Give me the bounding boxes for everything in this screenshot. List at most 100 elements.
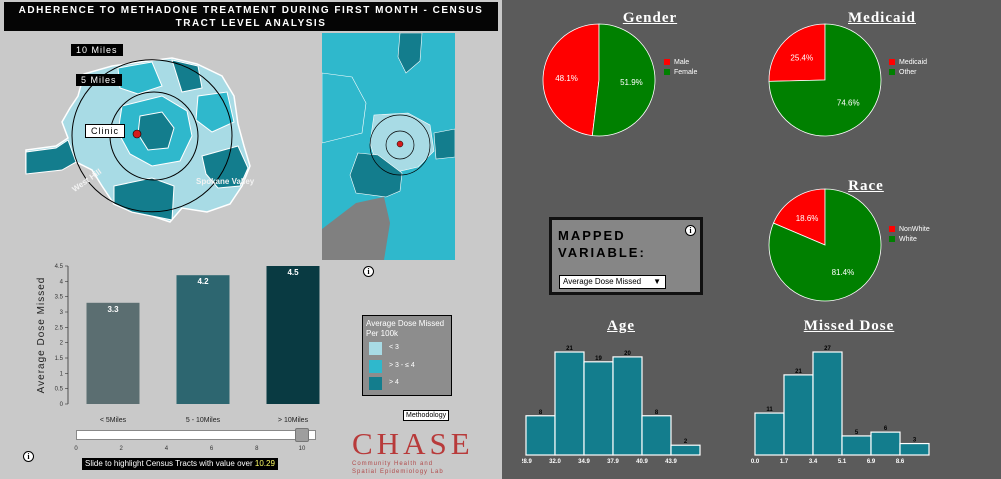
clinic-label: Clinic: [85, 124, 126, 138]
histogram-count-label: 8: [655, 410, 659, 416]
histogram-count-label: 27: [824, 346, 831, 352]
bar[interactable]: [266, 266, 320, 404]
map-info-icon[interactable]: i: [363, 266, 374, 277]
histogram-count-label: 5: [855, 430, 859, 436]
histogram-bar[interactable]: [583, 361, 614, 456]
legend-title: Average Dose Missed: [366, 319, 445, 328]
chevron-down-icon: ▼: [653, 277, 661, 286]
histogram-bin-label: 32.0: [549, 459, 561, 465]
histogram-count-label: 11: [766, 407, 773, 413]
medicaid-legend-other-label: Other: [899, 69, 917, 76]
slider-tick-label: 4: [165, 446, 169, 452]
slider-caption: Slide to highlight Census Tracts with va…: [82, 458, 278, 470]
ring-10-label: 10 Miles: [71, 44, 123, 56]
race-legend-white: White: [889, 236, 917, 243]
gender-legend-female: Female: [664, 69, 697, 76]
histogram-bin-label: 6.9: [867, 459, 876, 465]
gender-swatch-female: [664, 69, 670, 75]
histogram-bar[interactable]: [783, 374, 814, 456]
histogram-bar[interactable]: [812, 351, 843, 456]
age-title: Age: [607, 318, 635, 334]
main-map[interactable]: [22, 36, 267, 226]
inset-clinic-marker: [396, 140, 404, 148]
y-tick-label: 3: [60, 310, 64, 316]
bar[interactable]: [176, 275, 230, 404]
medicaid-legend-medicaid: Medicaid: [889, 59, 927, 66]
slider-tick-label: 10: [299, 446, 306, 452]
legend-label-low: < 3: [389, 344, 399, 351]
slider-tick-label: 6: [210, 446, 214, 452]
chase-logo: CHASE Community Health and Spatial Epide…: [352, 426, 474, 478]
mapped-variable-title-2: VARIABLE:: [558, 245, 646, 260]
pie-slice-label: 48.1%: [555, 74, 578, 83]
histogram-bar[interactable]: [899, 442, 930, 456]
methodology-button[interactable]: Methodology: [403, 410, 450, 421]
slider-tick-label: 8: [255, 446, 259, 452]
logo-line-1: Community Health and: [352, 461, 434, 467]
histogram-count-label: 2: [684, 439, 688, 445]
y-tick-label: 0: [60, 402, 64, 408]
race-legend-nonwhite-label: NonWhite: [899, 226, 930, 233]
bar-value-label: 4.5: [287, 268, 299, 277]
mapped-variable-select[interactable]: Average Dose Missed ▼: [559, 275, 666, 289]
map-tracts-dark-south: [113, 177, 175, 221]
histogram-count-label: 8: [539, 410, 543, 416]
spokane-valley-label: Spokane Valley: [196, 177, 255, 186]
histogram-bin-label: 37.9: [607, 459, 619, 465]
pie-slice-label: 18.6%: [796, 214, 819, 223]
histogram-bin-label: 3.4: [809, 459, 818, 465]
medicaid-legend-other: Other: [889, 69, 917, 76]
mapped-variable-info-icon[interactable]: i: [685, 225, 696, 236]
slider-value: 10.29: [254, 459, 275, 468]
histogram-bar[interactable]: [670, 444, 701, 456]
map-tracts-dark-west: [25, 139, 77, 175]
ring-5-label: 5 Miles: [76, 74, 122, 86]
histogram-bar[interactable]: [754, 412, 785, 456]
gender-swatch-male: [664, 59, 670, 65]
histogram-bar[interactable]: [841, 435, 872, 456]
age-histogram: 8 28.9 21 32.0 19 34.9 20 37.9 8 40.9 2 43.9: [522, 346, 701, 465]
logo-word: CHASE: [352, 426, 474, 461]
y-tick-label: 4.5: [55, 264, 64, 270]
mapped-variable-panel: MAPPED VARIABLE: Average Dose Missed ▼ i: [549, 217, 703, 295]
histogram-bar[interactable]: [641, 415, 672, 456]
slider-caption-text: Slide to highlight Census Tracts with va…: [85, 459, 255, 468]
inset-map[interactable]: [322, 33, 455, 260]
histogram-bar[interactable]: [554, 351, 585, 456]
x-category-label: < 5Miles: [100, 417, 127, 424]
chart-info-icon[interactable]: i: [23, 451, 34, 462]
logo-line-2: Spatial Epidemiology Lab: [352, 469, 444, 475]
y-tick-label: 3.5: [55, 295, 64, 301]
histogram-count-label: 21: [566, 346, 573, 352]
race-pie-chart: 18.6% 81.4%: [768, 188, 882, 302]
clinic-marker: [132, 129, 142, 139]
gender-legend-female-label: Female: [674, 69, 698, 76]
histogram-count-label: 3: [913, 438, 917, 444]
y-tick-label: 1: [60, 371, 64, 377]
y-axis-label: Average Dose Missed: [36, 277, 47, 394]
legend-subtitle: Per 100k: [366, 329, 399, 338]
histogram-bar[interactable]: [612, 356, 643, 456]
histogram-bin-label: 5.1: [838, 459, 847, 465]
page-title: ADHERENCE TO METHADONE TREATMENT DURING …: [4, 2, 498, 31]
histogram-bin-label: 0.0: [751, 459, 760, 465]
value-slider-track[interactable]: [76, 430, 316, 440]
histogram-bar[interactable]: [870, 431, 901, 456]
pie-slice-label: 51.9%: [620, 78, 643, 87]
medicaid-pie-chart: 25.4% 74.6%: [768, 23, 882, 137]
mapped-variable-selected: Average Dose Missed: [563, 277, 642, 286]
y-tick-label: 1.5: [55, 356, 64, 362]
legend-item-high: > 4: [369, 377, 449, 390]
left-panel: ADHERENCE TO METHADONE TREATMENT DURING …: [0, 0, 502, 479]
bar[interactable]: [86, 302, 140, 404]
gender-legend-male-label: Male: [674, 59, 690, 66]
histogram-count-label: 6: [884, 426, 888, 432]
legend-label-high: > 4: [389, 379, 399, 386]
mapped-variable-title-1: MAPPED: [558, 228, 626, 243]
histogram-count-label: 21: [795, 369, 802, 375]
pie-slice-label: 25.4%: [790, 53, 813, 62]
histogram-bar[interactable]: [525, 415, 556, 456]
value-slider-thumb[interactable]: [295, 428, 310, 442]
histogram-bin-label: 8.6: [896, 459, 905, 465]
gender-pie-chart: 48.1% 51.9%: [542, 23, 656, 137]
